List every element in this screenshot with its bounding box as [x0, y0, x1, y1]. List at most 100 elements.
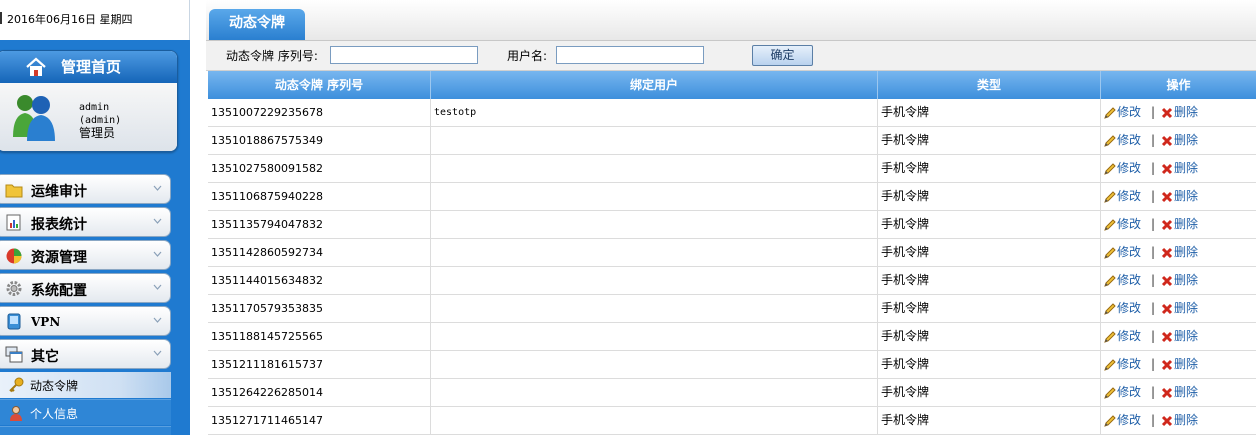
delete-link[interactable]: 删除 — [1161, 295, 1201, 322]
edit-link[interactable]: 修改 — [1103, 127, 1141, 154]
edit-label: 修改 — [1117, 161, 1142, 175]
serial-input[interactable] — [330, 46, 478, 64]
delete-x-icon — [1161, 163, 1173, 175]
nav-label: 报表统计 — [31, 217, 87, 233]
action-separator: | — [1151, 105, 1156, 119]
pencil-icon — [1104, 247, 1116, 259]
edit-label: 修改 — [1117, 133, 1142, 147]
delete-link[interactable]: 删除 — [1161, 99, 1201, 126]
username-input[interactable] — [556, 46, 704, 64]
delete-x-icon — [1161, 275, 1173, 287]
serial-cell: 1351135794047832 — [208, 211, 431, 238]
type-cell: 手机令牌 — [878, 351, 1101, 378]
actions-cell: 修改 | 删除 — [1101, 379, 1256, 406]
delete-label: 删除 — [1174, 413, 1199, 427]
delete-link[interactable]: 删除 — [1161, 379, 1201, 406]
edit-link[interactable]: 修改 — [1103, 351, 1141, 378]
table-row: 1351188145725565 手机令牌 修改 | 删除 — [208, 323, 1256, 351]
pencil-icon — [1104, 387, 1116, 399]
serial-cell: 1351211181615737 — [208, 351, 431, 378]
delete-link[interactable]: 删除 — [1161, 127, 1201, 154]
actions-cell: 修改 | 删除 — [1101, 295, 1256, 322]
nav-reports[interactable]: 报表统计 — [0, 207, 171, 237]
nav-label: 资源管理 — [31, 250, 87, 266]
edit-link[interactable]: 修改 — [1103, 239, 1141, 266]
subnav-personal-info[interactable]: 个人信息 — [0, 399, 171, 425]
delete-link[interactable]: 删除 — [1161, 155, 1201, 182]
edit-link[interactable]: 修改 — [1103, 295, 1141, 322]
pencil-icon — [1104, 163, 1116, 175]
edit-link[interactable]: 修改 — [1103, 323, 1141, 350]
nav-vpn[interactable]: VPN — [0, 306, 171, 336]
delete-x-icon — [1161, 219, 1173, 231]
users-avatar-icon — [13, 95, 55, 141]
type-cell: 手机令牌 — [878, 379, 1101, 406]
delete-link[interactable]: 删除 — [1161, 407, 1201, 434]
action-separator: | — [1151, 189, 1156, 203]
delete-x-icon — [1161, 135, 1173, 147]
tab-dynamic-token[interactable]: 动态令牌 — [209, 9, 305, 40]
bound-user-cell — [431, 407, 878, 434]
edit-label: 修改 — [1117, 217, 1142, 231]
serial-cell: 1351027580091582 — [208, 155, 431, 182]
delete-link[interactable]: 删除 — [1161, 239, 1201, 266]
edit-link[interactable]: 修改 — [1103, 267, 1141, 294]
delete-link[interactable]: 删除 — [1161, 351, 1201, 378]
sidebar: 2016年06月16日 星期四 管理首页 admin (admin) 管理员 运… — [0, 0, 190, 435]
nav-system-config[interactable]: 系统配置 — [0, 273, 171, 303]
nav-other[interactable]: 其它 — [0, 339, 171, 369]
nav-ops-audit[interactable]: 运维审计 — [0, 174, 171, 204]
delete-link[interactable]: 删除 — [1161, 211, 1201, 238]
chevron-down-icon — [153, 284, 162, 290]
confirm-button[interactable]: 确定 — [752, 45, 813, 66]
serial-cell: 1351188145725565 — [208, 323, 431, 350]
subnav-label: 动态令牌 — [30, 379, 79, 393]
delete-label: 删除 — [1174, 133, 1199, 147]
type-cell: 手机令牌 — [878, 295, 1101, 322]
edit-link[interactable]: 修改 — [1103, 183, 1141, 210]
type-cell: 手机令牌 — [878, 239, 1101, 266]
nav-label: VPN — [31, 315, 61, 329]
delete-x-icon — [1161, 191, 1173, 203]
chevron-down-icon — [153, 218, 162, 224]
main-content: 动态令牌 动态令牌 序列号: 用户名: 确定 动态令牌 序列号 绑定用户 类型 … — [206, 0, 1256, 435]
nav-resources[interactable]: 资源管理 — [0, 240, 171, 270]
edit-link[interactable]: 修改 — [1103, 211, 1141, 238]
actions-cell: 修改 | 删除 — [1101, 211, 1256, 238]
action-separator: | — [1151, 217, 1156, 231]
subnav-dynamic-token[interactable]: 动态令牌 — [0, 372, 171, 398]
delete-x-icon — [1161, 415, 1173, 427]
col-bound-user: 绑定用户 — [431, 71, 878, 99]
serial-cell: 1351018867575349 — [208, 127, 431, 154]
table-row: 1351211181615737 手机令牌 修改 | 删除 — [208, 351, 1256, 379]
table-row: 1351007229235678 testotp 手机令牌 修改 | 删除 — [208, 99, 1256, 127]
action-separator: | — [1151, 273, 1156, 287]
edit-link[interactable]: 修改 — [1103, 379, 1141, 406]
user-icon — [10, 406, 22, 421]
bound-user-cell — [431, 323, 878, 350]
delete-label: 删除 — [1174, 217, 1199, 231]
delete-link[interactable]: 删除 — [1161, 323, 1201, 350]
action-separator: | — [1151, 161, 1156, 175]
serial-cell: 1351170579353835 — [208, 295, 431, 322]
delete-link[interactable]: 删除 — [1161, 267, 1201, 294]
action-separator: | — [1151, 133, 1156, 147]
action-separator: | — [1151, 357, 1156, 371]
actions-cell: 修改 | 删除 — [1101, 127, 1256, 154]
table-row: 1351027580091582 手机令牌 修改 | 删除 — [208, 155, 1256, 183]
col-serial: 动态令牌 序列号 — [208, 71, 431, 99]
edit-link[interactable]: 修改 — [1103, 407, 1141, 434]
edit-label: 修改 — [1117, 105, 1142, 119]
type-cell: 手机令牌 — [878, 99, 1101, 126]
key-icon — [9, 377, 24, 393]
actions-cell: 修改 | 删除 — [1101, 323, 1256, 350]
nav-label: 运维审计 — [31, 184, 87, 200]
subnav-item-partial[interactable] — [0, 426, 171, 435]
type-cell: 手机令牌 — [878, 211, 1101, 238]
home-link[interactable]: 管理首页 — [0, 51, 177, 83]
edit-link[interactable]: 修改 — [1103, 99, 1141, 126]
pencil-icon — [1104, 415, 1116, 427]
bound-user-cell — [431, 295, 878, 322]
edit-link[interactable]: 修改 — [1103, 155, 1141, 182]
delete-link[interactable]: 删除 — [1161, 183, 1201, 210]
